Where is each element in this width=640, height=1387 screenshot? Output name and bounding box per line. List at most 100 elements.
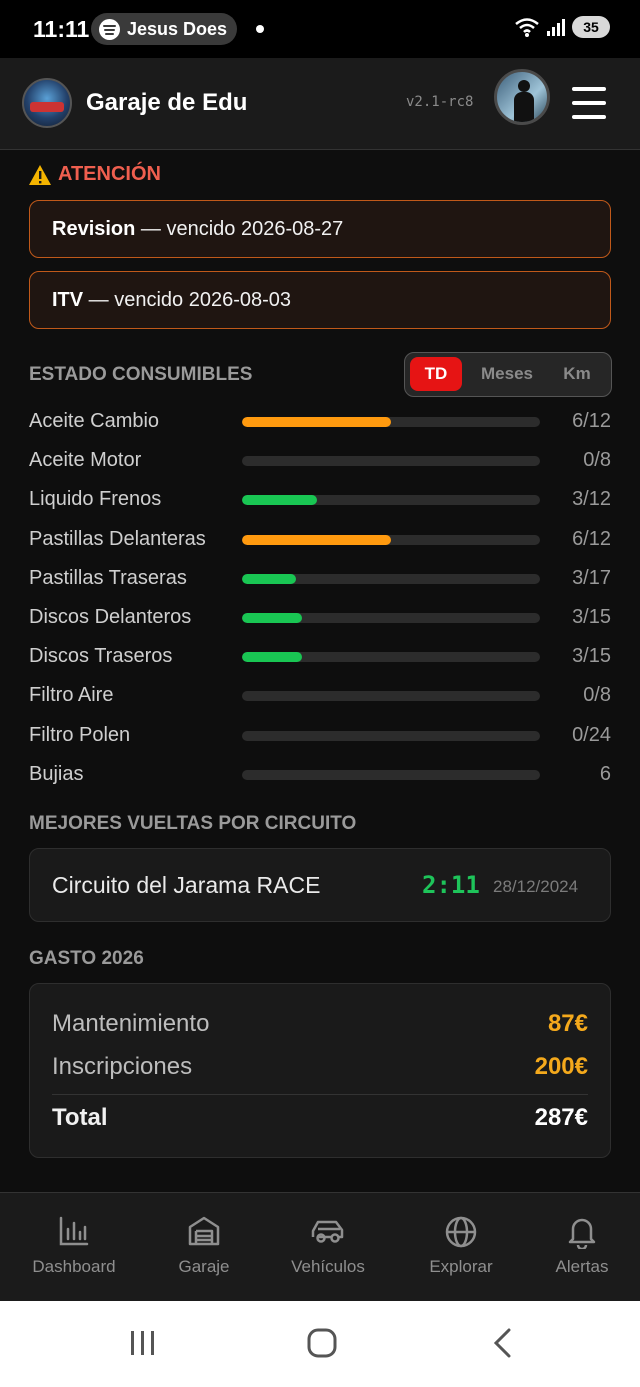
alert-item[interactable]: Revision — vencido 2026-08-27 [29, 200, 611, 258]
status-icons: 35 [514, 16, 610, 38]
garage-icon [188, 1216, 220, 1246]
media-pill[interactable]: Jesus Does [91, 13, 237, 45]
alert-item-name: Revision [52, 217, 136, 240]
consumable-progress-bar [242, 769, 540, 780]
bell-icon [568, 1218, 596, 1249]
system-nav-bar [0, 1301, 640, 1387]
consumable-name: Aceite Cambio [29, 410, 160, 432]
spending-value: 200€ [534, 1053, 588, 1080]
bottom-nav: Dashboard Garaje Vehículos Explorar Aler… [0, 1192, 640, 1301]
signal-icon [547, 19, 565, 36]
consumable-name: Discos Delanteros [29, 606, 192, 628]
spending-card: Mantenimiento 87€ Inscripciones 200€ Tot… [29, 983, 611, 1158]
notification-dot-icon [256, 25, 264, 33]
alert-item-text: — vencido 2026-08-27 [135, 217, 344, 240]
consumable-value: 3/15 [572, 606, 611, 628]
spending-label: Mantenimiento [52, 1010, 210, 1037]
nav-item-explorar[interactable]: Explorar [397, 1193, 525, 1302]
consumable-name: Pastillas Delanteras [29, 527, 206, 550]
total-label: Total [52, 1104, 108, 1131]
divider [52, 1094, 588, 1095]
chart-icon [59, 1216, 89, 1246]
dashboard-content: ATENCIÓN Revision — vencido 2026-08-27 I… [0, 151, 640, 1192]
back-icon[interactable] [489, 1327, 515, 1359]
nav-item-alertas[interactable]: Alertas [518, 1193, 640, 1302]
nav-label: Explorar [429, 1257, 493, 1276]
nav-item-dashboard[interactable]: Dashboard [10, 1193, 138, 1302]
version-label: v2.1-rc8 [406, 94, 474, 110]
lap-date: 28/12/2024 [493, 877, 579, 896]
consumable-value: 6/12 [572, 410, 611, 432]
consumables-title: ESTADO CONSUMIBLES [29, 364, 253, 385]
lap-time: 2:11 [422, 871, 480, 899]
consumable-progress-bar [242, 534, 540, 545]
consumables-tab-switch: TD Meses Km [404, 352, 612, 397]
alert-item-name: ITV [52, 288, 84, 311]
consumable-value: 0/24 [572, 723, 611, 746]
media-pill-text: Jesus Does [127, 18, 228, 39]
consumable-row[interactable]: Discos Traseros 3/15 [29, 637, 611, 676]
consumable-progress-fill [242, 495, 317, 506]
lap-card[interactable]: Circuito del Jarama RACE 2:11 28/12/2024 [29, 848, 611, 922]
consumable-row[interactable]: Liquido Frenos 3/12 [29, 480, 611, 519]
menu-icon[interactable] [572, 87, 606, 119]
clock: 11:11 [33, 16, 90, 42]
alert-heading: ATENCIÓN [28, 163, 161, 186]
consumable-name: Filtro Aire [29, 684, 114, 707]
nav-label: Alertas [555, 1257, 609, 1276]
consumable-value: 3/17 [572, 566, 611, 589]
consumable-name: Aceite Motor [29, 449, 142, 472]
consumable-row[interactable]: Bujias 6 [29, 755, 611, 794]
spotify-icon [99, 18, 120, 40]
total-value: 287€ [534, 1104, 588, 1131]
consumable-row[interactable]: Filtro Polen 0/24 [29, 716, 611, 755]
spending-label: Inscripciones [52, 1053, 193, 1080]
consumable-value: 0/8 [583, 449, 611, 472]
consumable-progress-bar [242, 417, 540, 427]
consumable-value: 0/8 [583, 684, 611, 707]
consumable-progress-fill [242, 417, 391, 427]
wifi-icon [515, 18, 539, 37]
consumable-row[interactable]: Aceite Cambio 6/12 [29, 402, 611, 441]
garage-logo[interactable] [22, 78, 72, 128]
app-title: Garaje de Edu [86, 89, 248, 116]
consumable-row[interactable]: Pastillas Traseras 3/17 [29, 559, 611, 598]
consumable-row[interactable]: Aceite Motor 0/8 [29, 441, 611, 480]
nav-item-vehiculos[interactable]: Vehículos [264, 1193, 392, 1302]
consumable-row[interactable]: Pastillas Delanteras 6/12 [29, 520, 611, 559]
consumable-value: 6 [599, 762, 611, 785]
spending-row: Mantenimiento 87€ [52, 1010, 588, 1046]
app-header: Garaje de Edu v2.1-rc8 [0, 58, 640, 150]
consumable-progress-bar [242, 730, 540, 741]
consumable-row[interactable]: Discos Delanteros 3/15 [29, 598, 611, 637]
alert-item-text: — vencido 2026-08-03 [83, 288, 292, 311]
battery-icon: 35 [572, 16, 610, 38]
consumable-row[interactable]: Filtro Aire 0/8 [29, 676, 611, 715]
tab-td[interactable]: TD [410, 357, 462, 391]
spending-title: GASTO 2026 [29, 948, 144, 969]
consumable-progress-bar [242, 652, 540, 663]
tab-km[interactable]: Km [551, 357, 603, 391]
consumable-name: Discos Traseros [29, 645, 173, 668]
consumable-name: Liquido Frenos [29, 488, 162, 511]
consumable-value: 6/12 [572, 527, 611, 550]
consumable-progress-fill [242, 534, 391, 545]
consumable-name: Pastillas Traseras [29, 566, 187, 589]
alert-title: ATENCIÓN [58, 163, 161, 185]
consumable-name: Bujias [29, 762, 84, 785]
consumable-value: 3/12 [572, 488, 611, 511]
home-icon[interactable] [306, 1327, 338, 1359]
alert-item[interactable]: ITV — vencido 2026-08-03 [29, 271, 611, 329]
nav-item-garaje[interactable]: Garaje [140, 1193, 268, 1302]
consumable-progress-bar [242, 573, 540, 584]
status-bar: 11:11 Jesus Does 35 [0, 0, 640, 58]
consumable-progress-bar [242, 495, 540, 506]
spending-row: Inscripciones 200€ [52, 1053, 588, 1089]
tab-meses[interactable]: Meses [469, 357, 545, 391]
recent-apps-icon[interactable] [128, 1329, 158, 1357]
consumable-progress-fill [242, 613, 302, 623]
user-avatar[interactable] [494, 69, 550, 125]
consumable-progress-bar [242, 456, 540, 467]
circuit-name: Circuito del Jarama RACE [52, 872, 321, 898]
car-icon [311, 1220, 344, 1243]
